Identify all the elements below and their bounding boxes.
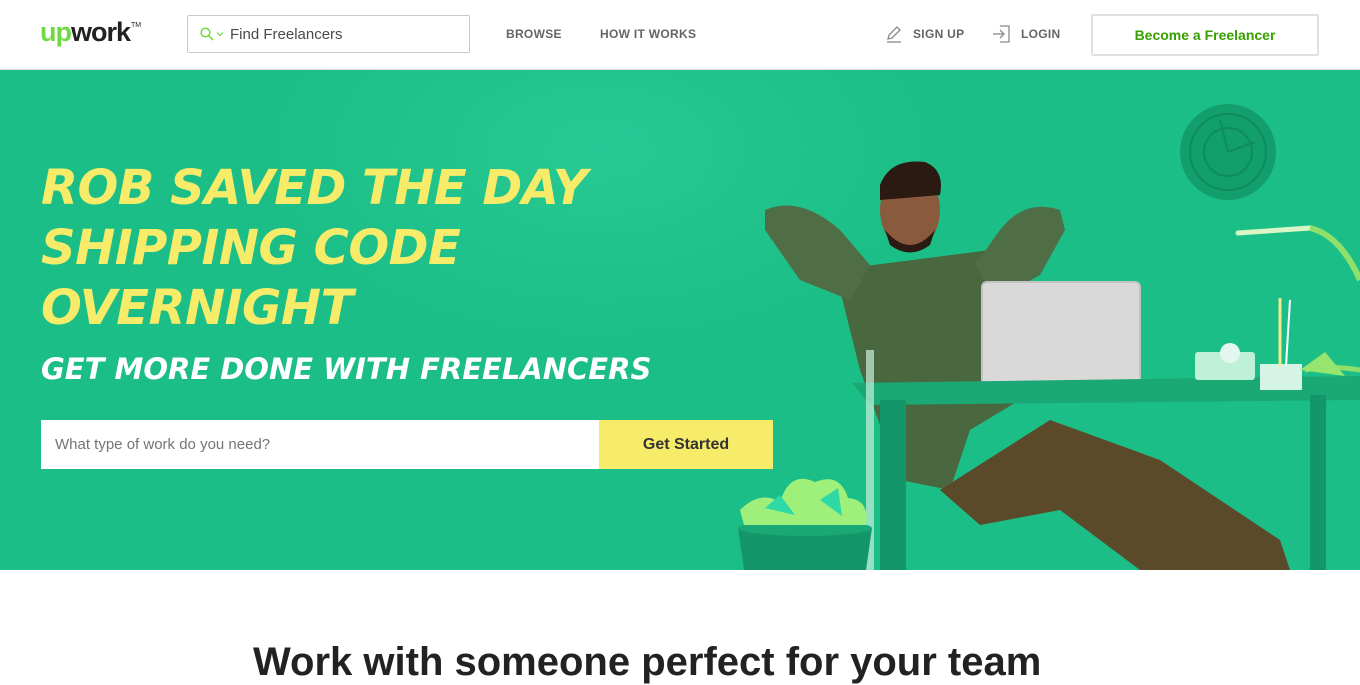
search-icon [200,27,214,41]
search-input[interactable]: Find Freelancers [230,26,343,43]
top-header: up work TM Find Freelancers BROWSE HOW IT … [0,0,1360,70]
login-link[interactable]: LOGIN [992,25,1061,43]
hero-subtitle: GET MORE DONE WITH FREELANCERS [41,352,652,386]
section-heading: Work with someone perfect for your team [253,640,1042,684]
pencil-icon [887,26,901,43]
chevron-down-icon[interactable] [216,30,224,38]
logo-trademark: TM [131,22,142,29]
hero-title-line-3: OVERNIGHT [41,280,353,336]
laptop-icon [978,281,1144,391]
desk-accessories [1195,298,1345,390]
waste-bin-icon [738,478,872,570]
login-label: LOGIN [1021,27,1061,41]
logo-up-text: up [40,17,72,47]
nav-how-it-works-link[interactable]: HOW IT WORKS [600,27,696,41]
hero-title-line-2: SHIPPING CODE [41,220,461,276]
find-freelancers-search[interactable]: Find Freelancers [187,15,470,53]
work-type-search-input[interactable] [41,420,599,469]
become-freelancer-button[interactable]: Become a Freelancer [1091,14,1319,56]
hero-illustration [738,104,1360,570]
wall-clock-icon [1180,104,1276,200]
hero-title: ROB SAVED THE DAY SHIPPING CODE OVERNIGH… [41,158,661,338]
hero-banner: ROB SAVED THE DAY SHIPPING CODE OVERNIGH… [0,70,1360,570]
signup-label: SIGN UP [913,27,965,41]
nav-browse-link[interactable]: BROWSE [506,27,562,41]
hero-title-line-1: ROB SAVED THE DAY [41,160,588,216]
desk-lamp-icon [1235,225,1360,373]
logo-work-text: work [71,17,131,47]
upwork-logo[interactable]: up work TM [40,17,141,51]
signup-link[interactable]: SIGN UP [885,25,964,43]
login-icon [993,25,1010,43]
